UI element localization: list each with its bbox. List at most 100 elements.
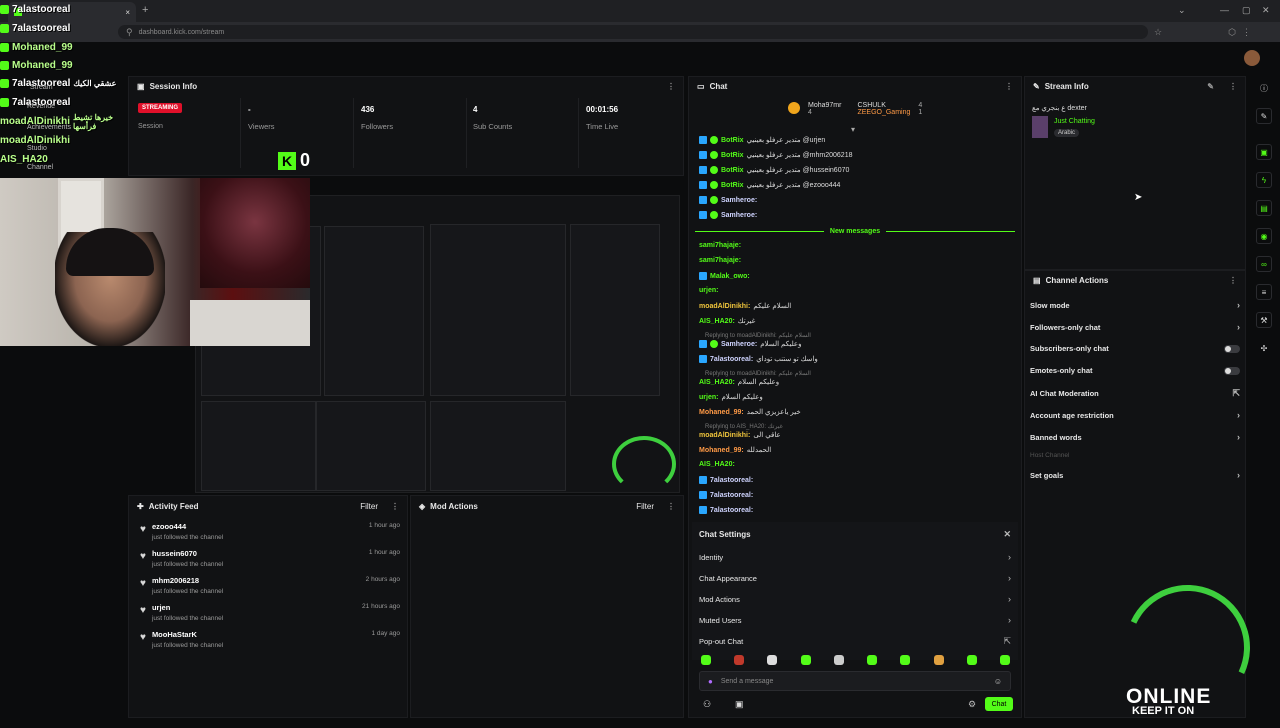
wrench-icon[interactable]: ⚒ <box>1256 312 1272 328</box>
slow-mode-row[interactable]: Slow mode › <box>1030 300 1240 310</box>
more-icon[interactable]: ⋮ <box>1229 82 1237 91</box>
emote-icon[interactable] <box>767 655 777 665</box>
info-icon[interactable]: ⓘ <box>1256 80 1272 96</box>
edit-layout-icon[interactable]: ✎ <box>1256 108 1272 124</box>
activity-icon: ✚ <box>137 501 144 511</box>
chevron-down-icon[interactable]: ▾ <box>851 125 855 134</box>
language-tag: Arabic <box>1054 129 1080 137</box>
chat-icon: ▭ <box>697 81 705 91</box>
chat-message: AIS_HA20: وعليكم السلام <box>699 378 780 387</box>
mic-icon[interactable]: ● <box>708 677 713 686</box>
external-link-icon: ⇱ <box>1003 636 1011 646</box>
link-icon[interactable]: ∞ <box>1256 256 1272 272</box>
list-icon[interactable]: ≡ <box>1256 284 1272 300</box>
avatar[interactable] <box>1244 50 1260 66</box>
apps-icon[interactable]: ✣ <box>1256 340 1272 356</box>
chat-message: urjen: <box>699 287 719 294</box>
category-name[interactable]: Just Chatting <box>1054 118 1095 125</box>
settings-pop-out-chat[interactable]: Pop-out Chat ⇱ <box>699 636 1011 647</box>
more-icon[interactable]: ⋮ <box>1005 82 1013 91</box>
lightning-icon[interactable]: ϟ <box>1256 172 1272 188</box>
address-bar[interactable]: ⚲ dashboard.kick.com/stream <box>118 25 1148 39</box>
tab-list-icon[interactable]: ⌄ <box>1178 5 1186 16</box>
new-messages-divider: New messages <box>695 226 1016 236</box>
subscribers-only-toggle[interactable] <box>1224 344 1240 353</box>
ai-moderation-row[interactable]: AI Chat Moderation ⇱ <box>1030 388 1240 399</box>
more-icon[interactable]: ⋮ <box>391 502 399 511</box>
banned-words-row[interactable]: Banned words › <box>1030 432 1240 442</box>
chevron-right-icon: › <box>1237 300 1240 310</box>
settings-chat-appearance[interactable]: Chat Appearance › <box>699 573 1011 583</box>
chat-message: AIS_HA20: غيرتك <box>699 317 756 326</box>
minimize-icon[interactable]: — <box>1220 5 1229 15</box>
account-age-row[interactable]: Account age restriction › <box>1030 410 1240 420</box>
extensions-icon[interactable]: ⬡ <box>1228 27 1236 38</box>
stat-viewers: - Viewers <box>248 105 275 131</box>
settings-mod-actions[interactable]: Mod Actions › <box>699 594 1011 604</box>
filter-button[interactable]: Filter <box>636 502 654 511</box>
emote-icon[interactable] <box>900 655 910 665</box>
emotes-only-row[interactable]: Emotes-only chat <box>1030 366 1240 375</box>
kick-logo-icon: K <box>278 151 296 170</box>
overlay-chat-line: Mohaned_99 <box>0 38 130 56</box>
session-label: Session <box>138 123 163 130</box>
set-goals-row[interactable]: Set goals › <box>1030 470 1240 480</box>
close-window-icon[interactable]: ✕ <box>1262 5 1270 16</box>
nav-achievements[interactable]: Achievements <box>27 124 71 131</box>
emote-icon[interactable] <box>734 655 744 665</box>
activity-item: ♥ urjen just followed the channel 21 hours … <box>140 603 400 622</box>
preview-panel <box>324 226 424 396</box>
emote-icon[interactable] <box>1000 655 1010 665</box>
preview-chat-settings <box>430 401 566 491</box>
activity-item: ♥ ezooo444 just followed the channel 1 hour… <box>140 522 400 541</box>
preview-chat <box>430 224 566 396</box>
subscribers-only-row[interactable]: Subscribers-only chat <box>1030 344 1240 353</box>
more-icon[interactable]: ⋮ <box>667 502 675 511</box>
followers-only-row[interactable]: Followers-only chat › <box>1030 322 1240 332</box>
chat-bubble-icon[interactable]: ◉ <box>1256 228 1272 244</box>
overlay-chat-line: moadAlDinikhi <box>0 135 71 146</box>
nav-studio[interactable]: Studio <box>27 145 47 152</box>
emote-icon[interactable] <box>834 655 844 665</box>
chat-input[interactable]: ● Send a message ☺ <box>699 671 1011 691</box>
emoji-icon[interactable]: ☺ <box>994 677 1002 686</box>
chat-message: urjen: وعليكم السلام <box>699 393 763 402</box>
send-chat-button[interactable]: Chat <box>985 697 1013 711</box>
widget-icon[interactable]: ▣ <box>1256 144 1272 160</box>
gift-icon[interactable]: ▣ <box>735 699 744 710</box>
nav-stream[interactable]: Stream <box>30 84 53 91</box>
more-icon[interactable]: ⋮ <box>667 82 675 91</box>
url-text[interactable]: dashboard.kick.com/stream <box>139 29 225 36</box>
gear-icon[interactable]: ⚙ <box>968 699 976 710</box>
bookmark-icon[interactable]: ☆ <box>1154 27 1162 38</box>
emotes-only-toggle[interactable] <box>1224 366 1240 375</box>
chevron-right-icon: › <box>1237 410 1240 420</box>
session-info-title: Session Info <box>149 81 198 91</box>
edit-icon[interactable]: ✎ <box>1207 82 1214 91</box>
host-channel-row: Host Channel <box>1030 452 1070 459</box>
emote-icon[interactable] <box>967 655 977 665</box>
settings-identity[interactable]: Identity › <box>699 552 1011 562</box>
browser-menu-icon[interactable]: ⋮ <box>1242 27 1251 38</box>
chevron-right-icon: › <box>1008 552 1011 562</box>
overlay-chat-line: AIS_HA20 <box>0 154 48 165</box>
top-gifters: Moha97mr 4 CSHULK ZEEGO_Gaming 41 <box>788 102 922 116</box>
emote-icon[interactable] <box>801 655 811 665</box>
emote-icon[interactable] <box>934 655 944 665</box>
emote-icon[interactable] <box>867 655 877 665</box>
maximize-icon[interactable]: ▢ <box>1242 5 1251 16</box>
document-icon[interactable]: ▤ <box>1256 200 1272 216</box>
emote-icon[interactable] <box>701 655 711 665</box>
nav-channel[interactable]: Channel <box>27 164 53 171</box>
chat-message: 7alastooreal: <box>699 476 753 484</box>
webcam-desk <box>190 300 310 346</box>
filter-button[interactable]: Filter <box>360 502 378 511</box>
new-tab-button[interactable]: + <box>142 4 148 16</box>
stat-subs: 4 Sub Counts <box>473 105 513 131</box>
users-icon[interactable]: ⚇ <box>703 699 711 710</box>
more-icon[interactable]: ⋮ <box>1229 276 1237 285</box>
chat-message: sami7hajaje: <box>699 242 742 249</box>
settings-muted-users[interactable]: Muted Users › <box>699 615 1011 625</box>
nav-revenue[interactable]: Revenue <box>27 103 55 110</box>
close-icon[interactable]: ✕ <box>1003 529 1011 540</box>
